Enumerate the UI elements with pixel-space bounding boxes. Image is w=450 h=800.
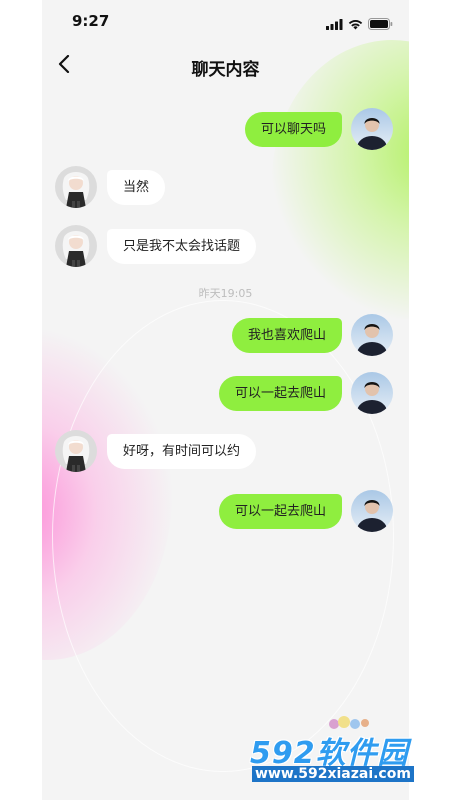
message-row: 可以一起去爬山 [218, 490, 393, 532]
watermark-url: www.592xiazai.com [252, 766, 414, 782]
message-bubble: 当然 [107, 169, 166, 205]
message-bubble: 可以一起去爬山 [218, 375, 342, 411]
avatar-boy[interactable] [351, 372, 393, 414]
background-ring [52, 300, 394, 772]
message-bubble: 可以一起去爬山 [218, 493, 342, 529]
page-title: 聊天内容 [191, 60, 260, 80]
avatar-girl[interactable] [55, 166, 97, 208]
avatar-boy[interactable] [351, 490, 393, 532]
message-bubble: 可以聊天吗 [244, 111, 342, 147]
chat-screen: 9:27 聊天内容 可以聊天吗 当然 只是我不太会找话题 昨天19:05 我也喜… [42, 0, 409, 800]
message-bubble: 好呀，有时间可以约 [107, 433, 257, 469]
status-icons [326, 15, 393, 34]
message-bubble: 我也喜欢爬山 [231, 317, 342, 353]
avatar-boy[interactable] [351, 314, 393, 356]
status-bar: 9:27 [42, 0, 409, 42]
message-timestamp: 昨天19:05 [198, 287, 253, 300]
message-row: 只是我不太会找话题 [55, 225, 257, 267]
watermark-logo: 592软件园 www.592xiazai.com [250, 728, 442, 786]
message-row: 好呀，有时间可以约 [55, 430, 257, 472]
pink-background-glow [42, 330, 172, 660]
nav-bar: 聊天内容 [42, 46, 409, 86]
avatar-girl[interactable] [55, 430, 97, 472]
message-row: 可以一起去爬山 [218, 372, 393, 414]
avatar-boy[interactable] [351, 108, 393, 150]
message-row: 我也喜欢爬山 [231, 314, 393, 356]
message-row: 当然 [55, 166, 166, 208]
signal-icon [326, 15, 343, 34]
message-row: 可以聊天吗 [244, 108, 393, 150]
battery-icon [368, 15, 393, 34]
wifi-icon [348, 15, 363, 34]
status-time: 9:27 [72, 12, 110, 30]
avatar-girl[interactable] [55, 225, 97, 267]
message-bubble: 只是我不太会找话题 [107, 228, 257, 264]
